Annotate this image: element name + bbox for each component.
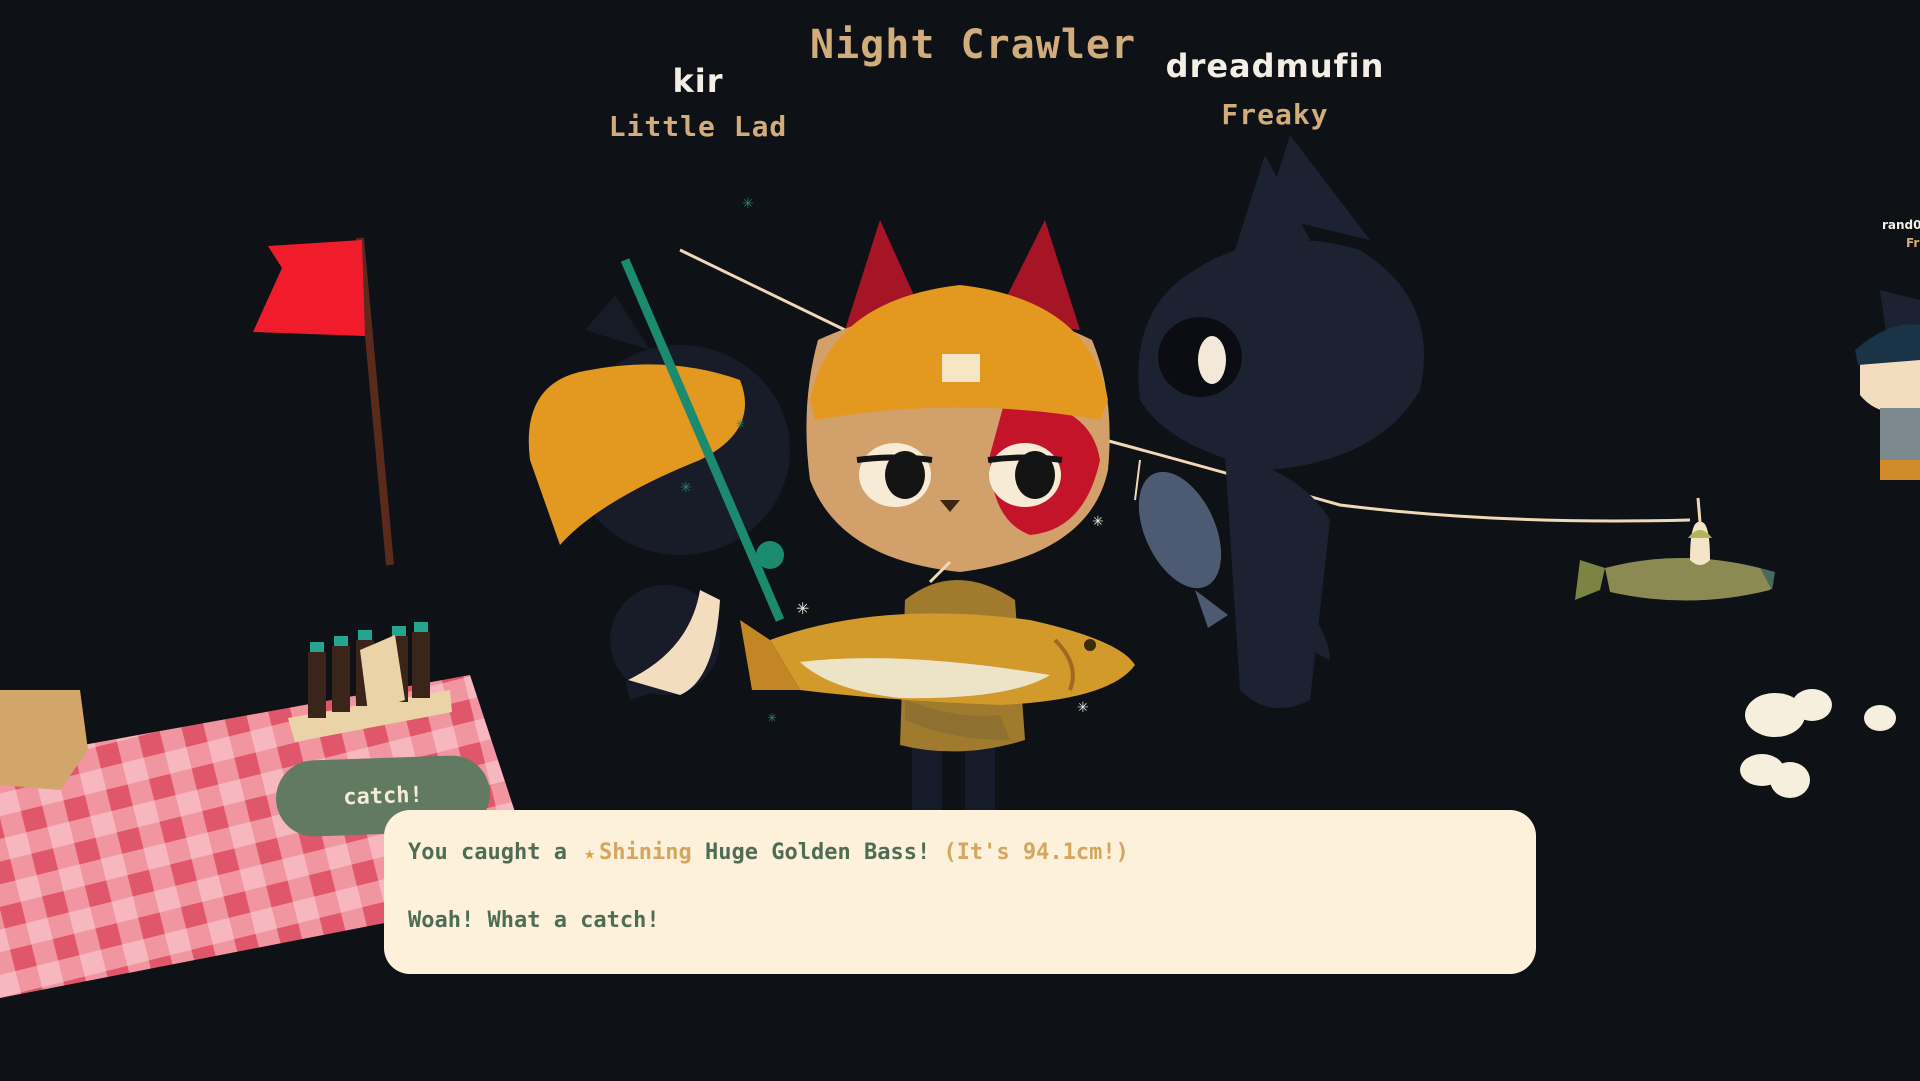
golden-bass-icon <box>740 613 1135 740</box>
svg-text:✳: ✳ <box>735 417 745 431</box>
catch-message: You caught a ★ Shining Huge Golden Bass! … <box>408 840 1129 865</box>
dreadmufin-character <box>1138 135 1424 708</box>
player-name-dreadmufin: dreadmufin <box>1165 47 1385 85</box>
fishing-line <box>679 248 846 332</box>
bait-title: Night Crawler <box>810 22 1137 68</box>
svg-text:✳: ✳ <box>1092 514 1104 530</box>
svg-text:✳: ✳ <box>796 599 809 618</box>
small-fish-icon <box>1134 459 1228 628</box>
svg-text:✳: ✳ <box>1077 700 1089 716</box>
svg-text:✳: ✳ <box>680 480 692 496</box>
game-scene: ✳ ✳ ✳ ✳ ✳ ✳ ✳ Night Crawler kir Little L… <box>0 0 1920 1081</box>
catch-exclamation: Woah! What a catch! <box>408 908 660 933</box>
player-title-kir: Little Lad <box>608 110 788 143</box>
bubble-effects <box>1740 689 1896 798</box>
player-title-dreadmufin: Freaky <box>1221 98 1329 131</box>
player-name-offscreen: rand0 <box>1882 218 1920 232</box>
svg-text:✳: ✳ <box>767 711 777 725</box>
player-name-kir: kir <box>672 62 724 100</box>
flag-icon <box>253 237 394 566</box>
quality-label: Shining <box>599 840 692 865</box>
fish-name: Huge Golden Bass! <box>705 840 931 865</box>
hooked-fish-icon <box>1575 497 1775 601</box>
star-icon: ★ <box>584 843 596 864</box>
offscreen-player-character <box>1855 290 1920 480</box>
catch-dialog[interactable]: You caught a ★ Shining Huge Golden Bass! … <box>384 810 1536 974</box>
svg-text:✳: ✳ <box>742 196 754 212</box>
catch-prefix: You caught a <box>408 840 567 865</box>
fish-size: (It's 94.1cm!) <box>943 840 1129 865</box>
player-title-offscreen: Fr <box>1906 236 1920 250</box>
